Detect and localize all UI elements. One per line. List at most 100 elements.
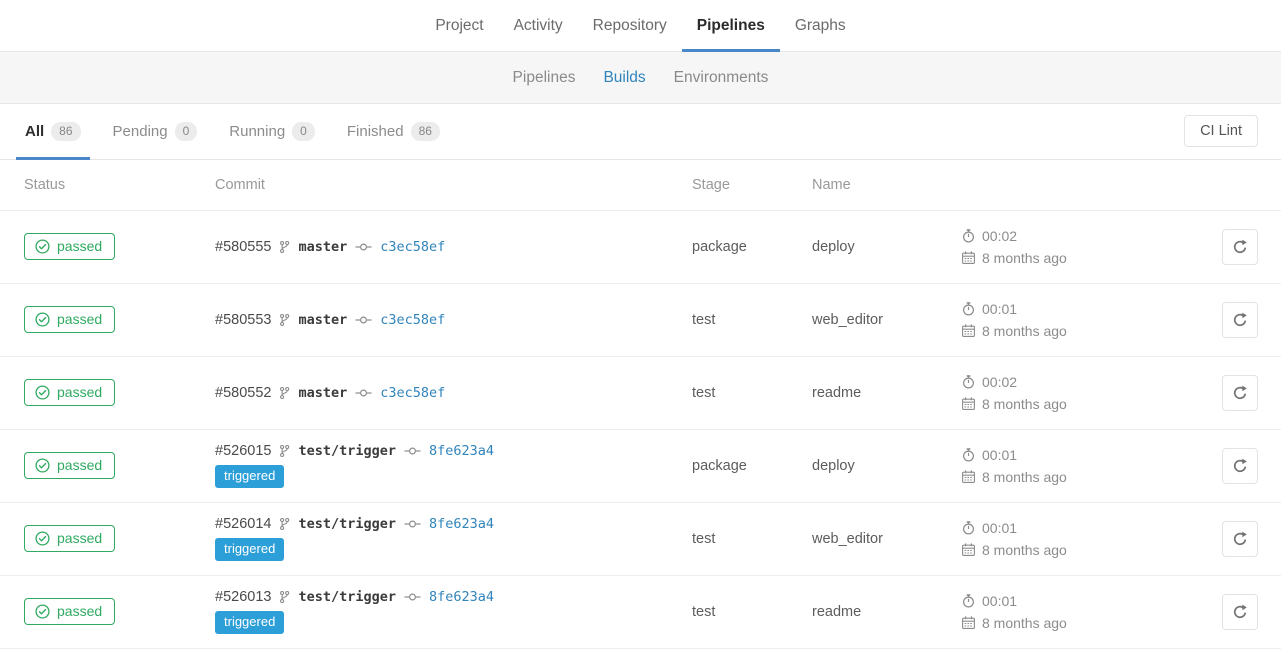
triggered-badge: triggered bbox=[215, 538, 284, 560]
branch-ref-link[interactable]: master bbox=[298, 385, 347, 401]
stage-label: package bbox=[692, 239, 747, 255]
retry-icon bbox=[1232, 458, 1248, 474]
check-circle-icon bbox=[35, 604, 50, 619]
calendar-icon bbox=[962, 251, 975, 264]
table-row: passed #580553 master c3ec58ef bbox=[0, 283, 1281, 356]
retry-icon bbox=[1232, 604, 1248, 620]
status-badge[interactable]: passed bbox=[24, 452, 115, 479]
subnav-item-builds[interactable]: Builds bbox=[589, 69, 659, 87]
column-header-commit: Commit bbox=[191, 160, 668, 210]
commit-sha-link[interactable]: 8fe623a4 bbox=[429, 443, 494, 459]
commit-sha-link[interactable]: c3ec58ef bbox=[380, 239, 445, 255]
retry-build-button[interactable] bbox=[1222, 521, 1258, 557]
status-badge[interactable]: passed bbox=[24, 306, 115, 333]
nav-item-graphs[interactable]: Graphs bbox=[780, 0, 861, 51]
duration-label: 00:02 bbox=[982, 228, 1017, 244]
commit-sha-link[interactable]: c3ec58ef bbox=[380, 385, 445, 401]
stopwatch-icon bbox=[962, 375, 975, 389]
commit-icon bbox=[404, 592, 421, 602]
table-row: passed #526013 test/trigger 8fe623a4 bbox=[0, 575, 1281, 648]
stage-label: test bbox=[692, 531, 715, 547]
tab-pending-label: Pending bbox=[113, 123, 168, 140]
commit-sha-link[interactable]: 8fe623a4 bbox=[429, 589, 494, 605]
build-duration: 00:01 bbox=[962, 447, 1175, 463]
status-badge[interactable]: passed bbox=[24, 233, 115, 260]
commit-icon bbox=[355, 242, 372, 252]
build-id-link[interactable]: #580553 bbox=[215, 312, 271, 328]
branch-ref-link[interactable]: test/trigger bbox=[298, 589, 396, 605]
finished-at-label: 8 months ago bbox=[982, 250, 1067, 266]
nav-item-pipelines[interactable]: Pipelines bbox=[682, 0, 780, 51]
check-circle-icon bbox=[35, 458, 50, 473]
branch-icon bbox=[279, 590, 290, 604]
commit-sha-link[interactable]: c3ec58ef bbox=[380, 312, 445, 328]
status-label: passed bbox=[57, 311, 102, 327]
column-header-actions bbox=[1183, 160, 1281, 210]
table-header-row: Status Commit Stage Name bbox=[0, 160, 1281, 210]
triggered-badge: triggered bbox=[215, 611, 284, 633]
check-circle-icon bbox=[35, 239, 50, 254]
build-id-link[interactable]: #526015 bbox=[215, 443, 271, 459]
subnav-item-pipelines[interactable]: Pipelines bbox=[499, 69, 590, 87]
retry-build-button[interactable] bbox=[1222, 229, 1258, 265]
build-duration: 00:01 bbox=[962, 520, 1175, 536]
branch-ref-link[interactable]: test/trigger bbox=[298, 443, 396, 459]
calendar-icon bbox=[962, 616, 975, 629]
commit-sha-link[interactable]: 8fe623a4 bbox=[429, 516, 494, 532]
status-badge[interactable]: passed bbox=[24, 525, 115, 552]
nav-item-repository[interactable]: Repository bbox=[578, 0, 682, 51]
status-label: passed bbox=[57, 238, 102, 254]
tab-finished[interactable]: Finished 86 bbox=[338, 104, 449, 159]
ci-lint-button[interactable]: CI Lint bbox=[1184, 115, 1258, 147]
commit-info: #580555 master c3ec58ef bbox=[215, 239, 660, 255]
table-row: passed #580555 master c3ec58ef bbox=[0, 210, 1281, 283]
status-label: passed bbox=[57, 530, 102, 546]
calendar-icon bbox=[962, 470, 975, 483]
finished-at-label: 8 months ago bbox=[982, 542, 1067, 558]
duration-label: 00:01 bbox=[982, 447, 1017, 463]
build-id-link[interactable]: #580552 bbox=[215, 385, 271, 401]
build-name-label: deploy bbox=[812, 239, 855, 255]
nav-item-activity[interactable]: Activity bbox=[499, 0, 578, 51]
stopwatch-icon bbox=[962, 521, 975, 535]
commit-icon bbox=[404, 446, 421, 456]
build-id-link[interactable]: #526013 bbox=[215, 589, 271, 605]
branch-ref-link[interactable]: master bbox=[298, 312, 347, 328]
tab-running[interactable]: Running 0 bbox=[220, 104, 324, 159]
build-finished-at: 8 months ago bbox=[962, 250, 1175, 266]
status-badge[interactable]: passed bbox=[24, 598, 115, 625]
branch-icon bbox=[279, 517, 290, 531]
stage-label: test bbox=[692, 604, 715, 620]
check-circle-icon bbox=[35, 385, 50, 400]
build-id-link[interactable]: #526014 bbox=[215, 516, 271, 532]
builds-table: Status Commit Stage Name passed #580555 bbox=[0, 160, 1281, 649]
retry-build-button[interactable] bbox=[1222, 302, 1258, 338]
retry-build-button[interactable] bbox=[1222, 448, 1258, 484]
branch-icon bbox=[279, 386, 290, 400]
branch-ref-link[interactable]: master bbox=[298, 239, 347, 255]
retry-icon bbox=[1232, 385, 1248, 401]
status-badge[interactable]: passed bbox=[24, 379, 115, 406]
retry-build-button[interactable] bbox=[1222, 594, 1258, 630]
retry-build-button[interactable] bbox=[1222, 375, 1258, 411]
project-nav: Project Activity Repository Pipelines Gr… bbox=[0, 0, 1281, 52]
build-id-link[interactable]: #580555 bbox=[215, 239, 271, 255]
subnav-item-environments[interactable]: Environments bbox=[660, 69, 783, 87]
stopwatch-icon bbox=[962, 594, 975, 608]
commit-info: #526015 test/trigger 8fe623a4 bbox=[215, 443, 660, 459]
build-name-label: deploy bbox=[812, 458, 855, 474]
column-header-timing bbox=[938, 160, 1183, 210]
branch-icon bbox=[279, 240, 290, 254]
stage-label: package bbox=[692, 458, 747, 474]
tab-pending[interactable]: Pending 0 bbox=[104, 104, 207, 159]
tab-pending-count-badge: 0 bbox=[175, 122, 198, 140]
branch-icon bbox=[279, 444, 290, 458]
table-row: passed #526014 test/trigger 8fe623a4 bbox=[0, 502, 1281, 575]
table-row: passed #580552 master c3ec58ef bbox=[0, 356, 1281, 429]
tab-all[interactable]: All 86 bbox=[16, 104, 90, 159]
commit-icon bbox=[355, 315, 372, 325]
branch-ref-link[interactable]: test/trigger bbox=[298, 516, 396, 532]
nav-item-project[interactable]: Project bbox=[420, 0, 498, 51]
finished-at-label: 8 months ago bbox=[982, 323, 1067, 339]
builds-scope-tabs: All 86 Pending 0 Running 0 Finished 86 C… bbox=[0, 104, 1281, 160]
